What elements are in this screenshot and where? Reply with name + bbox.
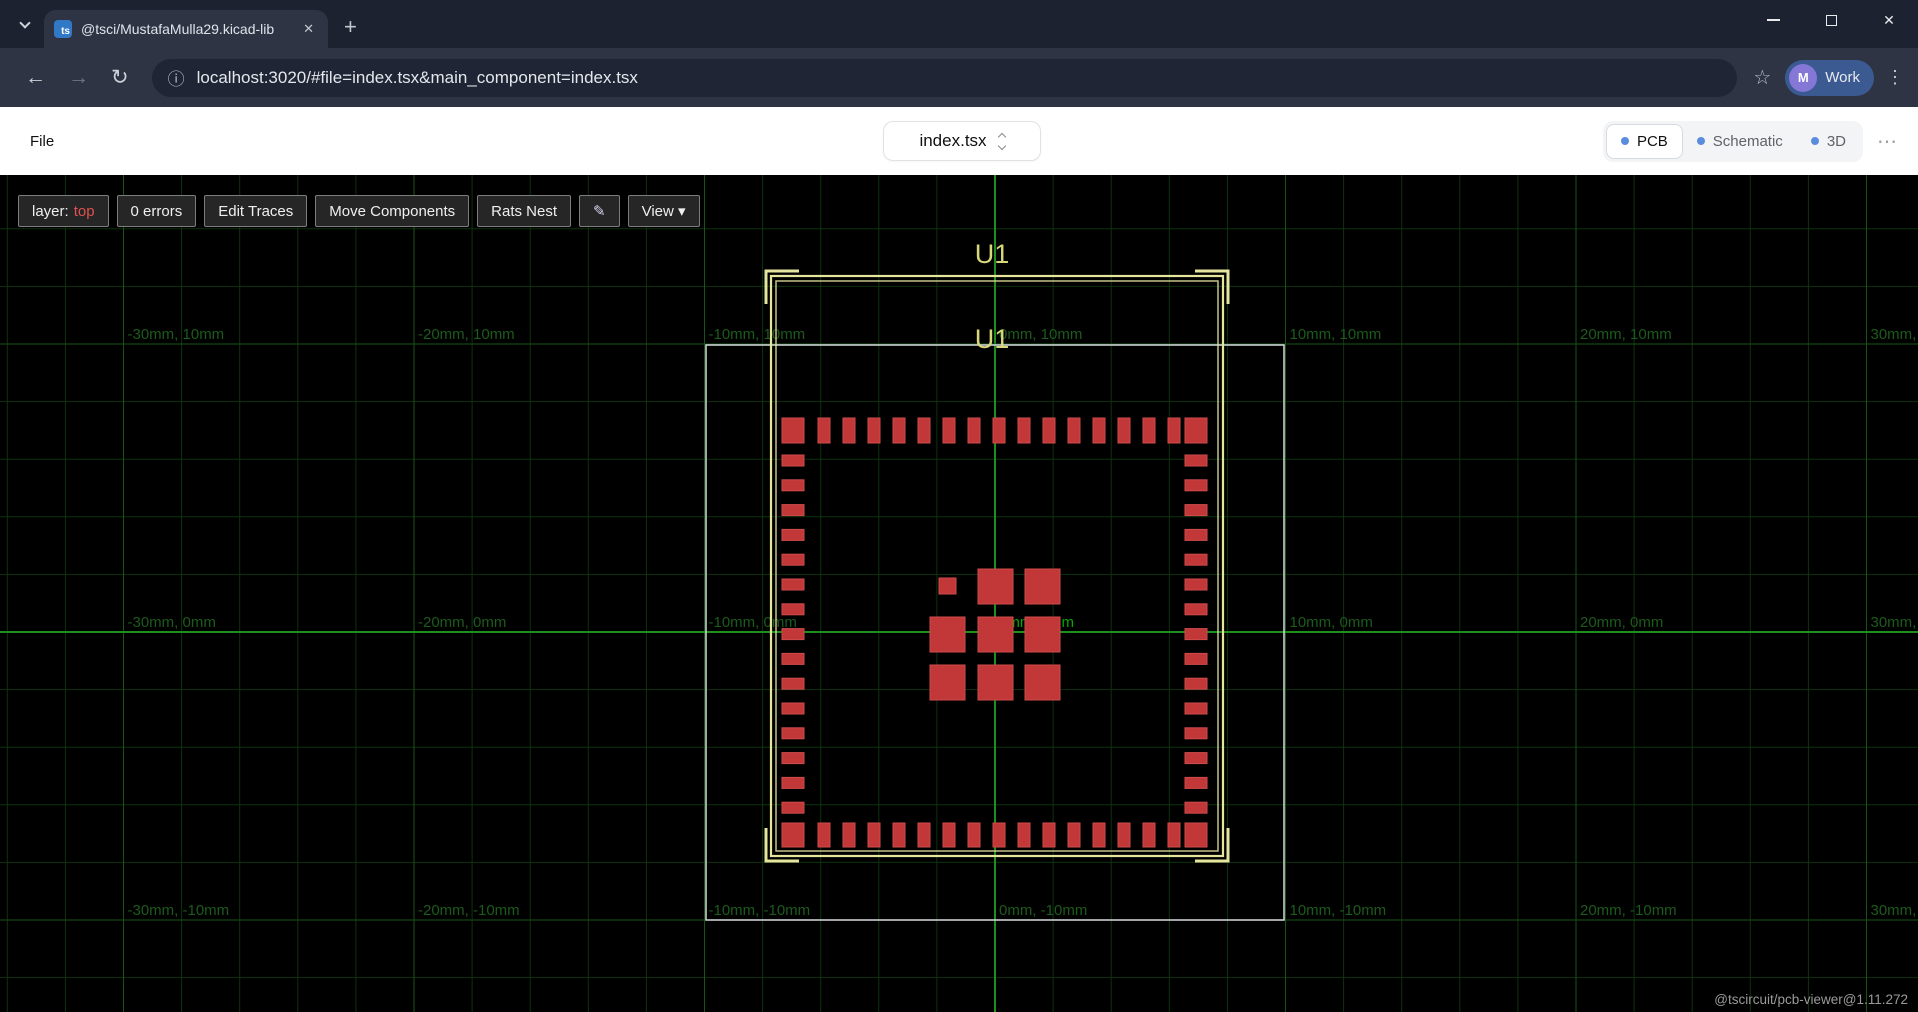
pencil-icon: ✎ [593, 202, 606, 220]
browser-tab-strip: ts @tsci/MustafaMulla29.kicad-lib ✕ + ✕ [0, 0, 1918, 48]
profile-name: Work [1825, 69, 1860, 86]
file-menu[interactable]: File [24, 129, 60, 154]
url-bar[interactable]: ⓘ localhost:3020/#file=index.tsx&main_co… [152, 59, 1738, 97]
layer-button[interactable]: layer: top [18, 195, 109, 227]
header-overflow-icon[interactable]: ⋯ [1877, 129, 1898, 154]
pcb-canvas[interactable]: -30mm, 10mm -20mm, 10mm -10mm, 10mm 0mm, 10… [0, 175, 1918, 1012]
svg-text:30mm, -10mm: 30mm, -10mm [1871, 902, 1918, 919]
threed-dot-icon [1811, 137, 1819, 145]
view-dropdown-button[interactable]: View ▾ [628, 195, 700, 227]
schematic-dot-icon [1697, 137, 1705, 145]
viewer-version-text: @tscircuit/pcb-viewer@1.11.272 [1714, 992, 1908, 1007]
tab-favicon-ts-icon: ts [54, 20, 72, 38]
svg-text:-30mm, 10mm: -30mm, 10mm [128, 326, 225, 343]
pcb-toolbar: layer: top 0 errors Edit Traces Move Com… [18, 195, 700, 227]
url-text: localhost:3020/#file=index.tsx&main_comp… [197, 68, 638, 88]
tab-title: @tsci/MustafaMulla29.kicad-lib [81, 21, 291, 37]
select-updown-icon [999, 134, 1005, 149]
tab-search-icon[interactable] [12, 12, 38, 38]
svg-text:-30mm, -10mm: -30mm, -10mm [128, 902, 230, 919]
site-info-icon[interactable]: ⓘ [168, 65, 185, 90]
svg-text:-20mm, 0mm: -20mm, 0mm [418, 614, 506, 631]
svg-text:-10mm, 10mm: -10mm, 10mm [709, 326, 806, 343]
svg-text:10mm, 10mm: 10mm, 10mm [1290, 326, 1382, 343]
tab-3d[interactable]: 3D [1797, 125, 1860, 158]
svg-text:20mm, 10mm: 20mm, 10mm [1580, 326, 1672, 343]
svg-text:10mm, -10mm: 10mm, -10mm [1290, 902, 1387, 919]
svg-text:20mm, -10mm: 20mm, -10mm [1580, 902, 1677, 919]
tab-schematic[interactable]: Schematic [1683, 125, 1797, 158]
pcb-drawing: -30mm, 10mm -20mm, 10mm -10mm, 10mm 0mm, 10… [0, 175, 1918, 1012]
svg-text:10mm, 0mm: 10mm, 0mm [1290, 614, 1373, 631]
svg-text:0mm, -10mm: 0mm, -10mm [999, 902, 1087, 919]
tab-close-icon[interactable]: ✕ [299, 19, 318, 39]
pcb-dot-icon [1621, 137, 1629, 145]
file-select-value: index.tsx [919, 131, 986, 151]
svg-text:-20mm, 10mm: -20mm, 10mm [418, 326, 515, 343]
svg-text:-20mm, -10mm: -20mm, -10mm [418, 902, 520, 919]
rats-nest-button[interactable]: Rats Nest [477, 195, 571, 227]
svg-text:30mm, 0mm: 30mm, 0mm [1871, 614, 1918, 631]
svg-text:U1: U1 [975, 239, 1010, 269]
reload-icon[interactable]: ↻ [111, 65, 129, 90]
avatar: M [1789, 64, 1817, 92]
window-close-button[interactable]: ✕ [1860, 0, 1918, 40]
errors-button[interactable]: 0 errors [117, 195, 197, 227]
svg-text:30mm, 10mm: 30mm, 10mm [1871, 326, 1918, 343]
profile-chip[interactable]: M Work [1785, 60, 1874, 96]
bookmark-star-icon[interactable]: ☆ [1753, 65, 1771, 90]
browser-tab[interactable]: ts @tsci/MustafaMulla29.kicad-lib ✕ [44, 10, 328, 48]
edit-pencil-button[interactable]: ✎ [579, 195, 620, 227]
edit-traces-button[interactable]: Edit Traces [204, 195, 307, 227]
layer-value: top [74, 203, 95, 220]
window-maximize-button[interactable] [1802, 0, 1860, 40]
back-icon[interactable]: ← [25, 66, 46, 90]
browser-navbar: ← → ↻ ⓘ localhost:3020/#file=index.tsx&m… [0, 48, 1918, 107]
window-controls: ✕ [1744, 0, 1918, 40]
file-select[interactable]: index.tsx [883, 121, 1041, 161]
view-switcher: PCB Schematic 3D [1603, 121, 1863, 162]
window-minimize-button[interactable] [1744, 0, 1802, 40]
svg-text:-10mm, -10mm: -10mm, -10mm [709, 902, 811, 919]
tab-pcb[interactable]: PCB [1606, 124, 1683, 159]
browser-menu-icon[interactable]: ⋮ [1886, 67, 1904, 88]
svg-text:0mm, 10mm: 0mm, 10mm [999, 326, 1082, 343]
forward-icon[interactable]: → [68, 66, 89, 90]
svg-text:U1: U1 [975, 324, 1010, 354]
svg-text:20mm, 0mm: 20mm, 0mm [1580, 614, 1663, 631]
move-components-button[interactable]: Move Components [315, 195, 469, 227]
svg-text:-30mm, 0mm: -30mm, 0mm [128, 614, 216, 631]
new-tab-button[interactable]: + [344, 14, 357, 40]
app-header: File index.tsx PCB Schematic 3D ⋯ [0, 107, 1918, 175]
